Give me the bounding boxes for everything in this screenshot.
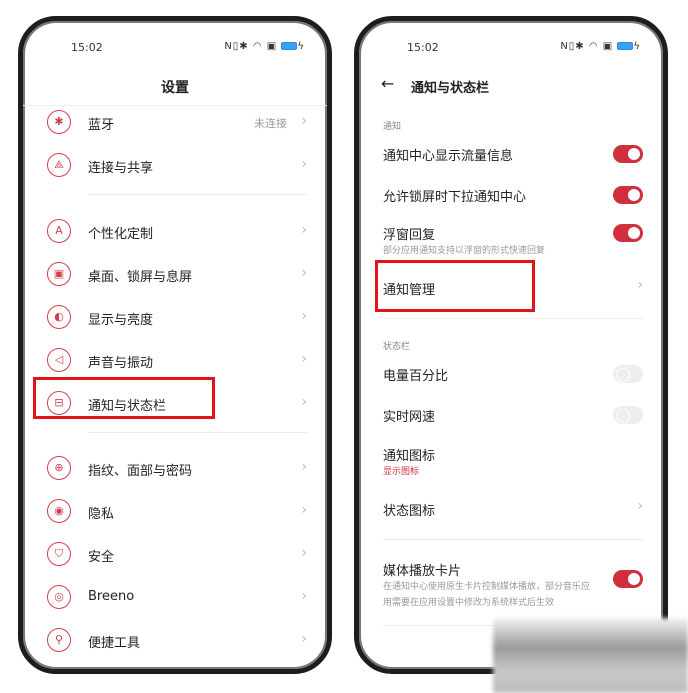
settings-item-label: 指纹、面部与密码 bbox=[88, 464, 193, 479]
chevron-right-icon: › bbox=[301, 265, 307, 281]
settings-item[interactable]: ⊕ 指纹、面部与密码 › bbox=[47, 454, 307, 484]
settings-item[interactable]: ◐ 显示与亮度 › bbox=[47, 303, 307, 333]
share-icon: ⟁ bbox=[47, 153, 71, 177]
breeno-icon: ◎ bbox=[47, 585, 71, 609]
chevron-right-icon: › bbox=[301, 113, 307, 129]
page-title: 设置 bbox=[161, 80, 189, 96]
toggle-switch[interactable] bbox=[613, 570, 643, 588]
settings-item[interactable]: ⚲ 便捷工具 › bbox=[47, 626, 307, 656]
notification-phone: 15:02 N▯✱ ◠ ▣ ϟ ← 通知与状态栏 通知 状态栏 通知中心显示流量… bbox=[354, 16, 668, 674]
chevron-right-icon: › bbox=[637, 277, 643, 293]
divider bbox=[383, 318, 643, 319]
settings-item[interactable]: ▣ 桌面、锁屏与息屏 › bbox=[47, 260, 307, 290]
settings-item-label: 通知中心显示流量信息 bbox=[383, 149, 514, 164]
section-notify: 通知 bbox=[383, 122, 402, 132]
privacy-icon: ◉ bbox=[47, 499, 71, 523]
settings-item-label: 媒体播放卡片 bbox=[383, 564, 462, 579]
page-title: 通知与状态栏 bbox=[411, 81, 490, 96]
settings-item-label: 实时网速 bbox=[383, 410, 436, 425]
divider bbox=[88, 432, 307, 433]
settings-item-label: Breeno bbox=[88, 589, 135, 604]
settings-item-label: 个性化定制 bbox=[88, 227, 154, 242]
settings-item-subtitle: 显示图标 bbox=[383, 467, 420, 477]
settings-item[interactable]: ◁ 声音与振动 › bbox=[47, 346, 307, 376]
chevron-right-icon: › bbox=[301, 156, 307, 172]
settings-item[interactable]: ✱ 蓝牙 未连接 › bbox=[47, 108, 307, 138]
bluetooth-icon: ✱ bbox=[47, 110, 71, 134]
highlight-box bbox=[375, 260, 535, 312]
settings-item-label: 电量百分比 bbox=[383, 369, 449, 384]
settings-item-subtitle: 部分应用通知支持以浮窗的形式快速回复 bbox=[383, 246, 546, 256]
chevron-right-icon: › bbox=[301, 394, 307, 410]
status-icons: N▯✱ ◠ ▣ ϟ bbox=[224, 41, 305, 52]
chevron-right-icon: › bbox=[301, 459, 307, 475]
settings-item-label: 显示与亮度 bbox=[88, 313, 154, 328]
settings-item-label: 允许锁屏时下拉通知中心 bbox=[383, 190, 527, 205]
settings-item-label: 浮窗回复 bbox=[383, 228, 436, 243]
watermark bbox=[493, 618, 688, 693]
settings-item[interactable]: ◎ Breeno › bbox=[47, 583, 307, 613]
brightness-icon: ◐ bbox=[47, 305, 71, 329]
toggle-switch[interactable] bbox=[613, 186, 643, 204]
toggle-switch[interactable] bbox=[613, 365, 643, 383]
settings-item[interactable]: ⟁ 连接与共享 › bbox=[47, 151, 307, 181]
battery-icon bbox=[617, 42, 634, 50]
tools-icon: ⚲ bbox=[47, 628, 71, 652]
battery-icon bbox=[281, 42, 298, 50]
chevron-right-icon: › bbox=[301, 351, 307, 367]
personalize-icon: A bbox=[47, 219, 71, 243]
settings-item[interactable]: ⛉ 安全 › bbox=[47, 540, 307, 570]
settings-item[interactable]: A 个性化定制 › bbox=[47, 217, 307, 247]
settings-item-value: 未连接 bbox=[254, 117, 287, 130]
settings-item-label: 桌面、锁屏与息屏 bbox=[88, 270, 193, 285]
wallpaper-icon: ▣ bbox=[47, 262, 71, 286]
chevron-right-icon: › bbox=[301, 545, 307, 561]
chevron-right-icon: › bbox=[637, 498, 643, 514]
chevron-right-icon: › bbox=[301, 502, 307, 518]
settings-item-subtitle: 在通知中心使用原生卡片控制媒体播放，部分音乐应用需要在应用设置中修改为系统样式后… bbox=[383, 582, 591, 608]
settings-item-label: 连接与共享 bbox=[88, 161, 154, 176]
sound-icon: ◁ bbox=[47, 348, 71, 372]
back-arrow-icon[interactable]: ← bbox=[381, 74, 394, 93]
header-divider bbox=[23, 105, 327, 106]
settings-item[interactable]: ◉ 隐私 › bbox=[47, 497, 307, 527]
toggle-switch[interactable] bbox=[613, 406, 643, 424]
settings-item-label: 通知图标 bbox=[383, 449, 436, 464]
settings-item-label: 声音与振动 bbox=[88, 356, 154, 371]
divider bbox=[383, 539, 643, 540]
settings-phone: 15:02 N▯✱ ◠ ▣ ϟ 设置 ✱ 蓝牙 未连接 › ⟁ 连接与共享 › A 个性化定制 ›… bbox=[18, 16, 332, 674]
status-icons: N▯✱ ◠ ▣ ϟ bbox=[560, 41, 641, 52]
highlight-box bbox=[33, 377, 215, 419]
divider bbox=[88, 194, 307, 195]
chevron-right-icon: › bbox=[301, 222, 307, 238]
settings-item-label: 便捷工具 bbox=[88, 636, 141, 651]
settings-item-label: 状态图标 bbox=[383, 504, 436, 519]
lock-icon: ⊕ bbox=[47, 456, 71, 480]
status-time: 15:02 bbox=[71, 41, 103, 54]
chevron-right-icon: › bbox=[301, 308, 307, 324]
toggle-switch[interactable] bbox=[613, 145, 643, 163]
toggle-switch[interactable] bbox=[613, 224, 643, 242]
settings-item-label: 隐私 bbox=[88, 507, 115, 522]
chevron-right-icon: › bbox=[301, 631, 307, 647]
chevron-right-icon: › bbox=[301, 588, 307, 604]
status-time: 15:02 bbox=[407, 41, 439, 54]
settings-item-label: 蓝牙 bbox=[88, 118, 115, 133]
settings-item-label: 安全 bbox=[88, 550, 115, 565]
section-status: 状态栏 bbox=[383, 342, 411, 352]
shield-icon: ⛉ bbox=[47, 542, 71, 566]
